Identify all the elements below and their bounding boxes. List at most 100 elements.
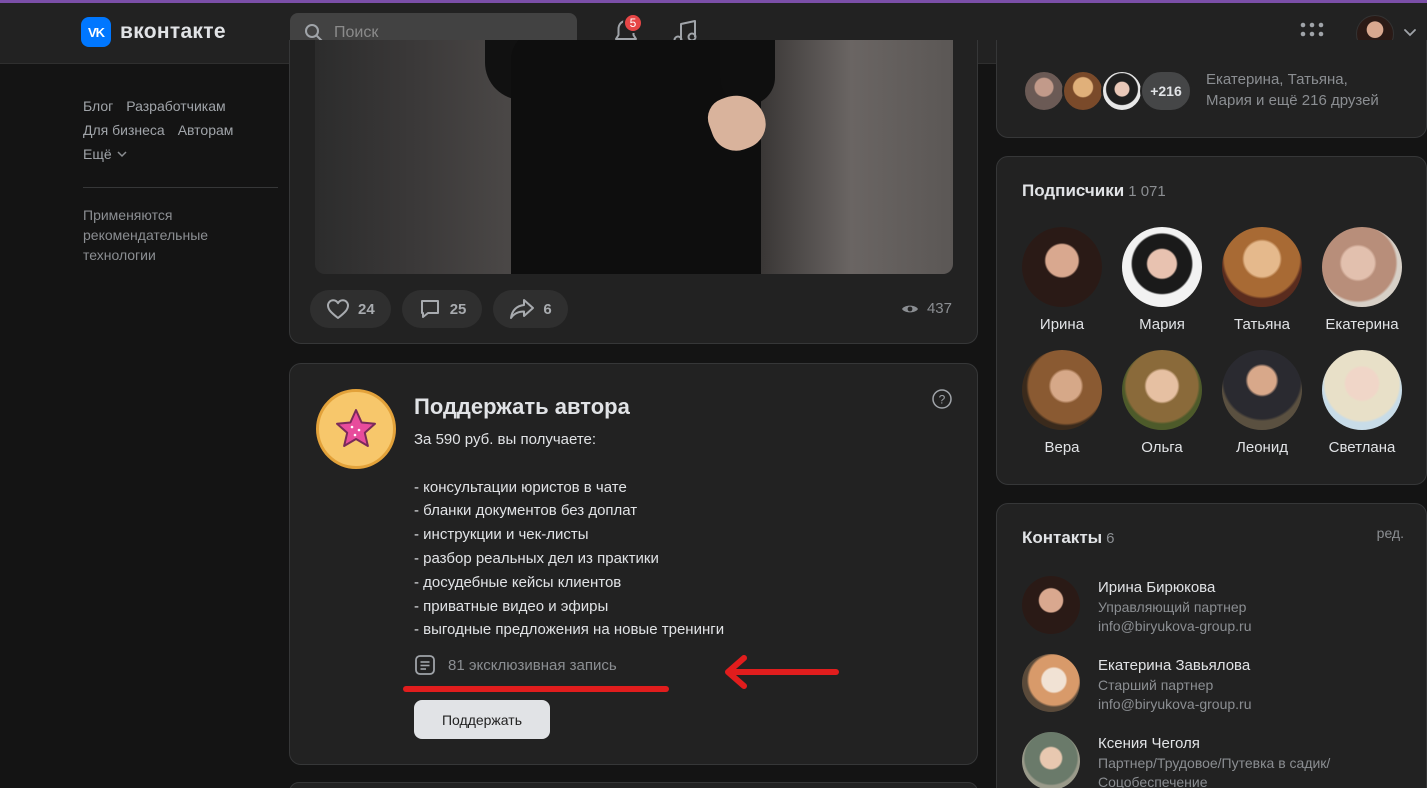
subscriber-item[interactable]: Екатерина (1312, 227, 1412, 333)
subscriber-avatar (1022, 350, 1102, 430)
share-button[interactable]: 6 (493, 290, 568, 328)
subscriber-name: Леонид (1236, 439, 1288, 456)
divider (83, 187, 278, 188)
subscriber-avatar (1322, 227, 1402, 307)
link-business[interactable]: Для бизнеса (83, 118, 165, 142)
chevron-down-icon[interactable] (1404, 29, 1416, 37)
donut-title: Поддержать автора (414, 394, 630, 419)
post-actions: 24 25 6 (310, 290, 568, 328)
subscriber-avatar (1122, 227, 1202, 307)
contact-avatar (1022, 654, 1080, 712)
footer-links: Блог Разработчикам Для бизнеса Авторам Е… (83, 94, 233, 166)
contacts-block: Контакты 6 ред. Ирина Бирюкова Управляющи… (996, 503, 1427, 788)
comment-count: 25 (449, 300, 467, 318)
subscriber-item[interactable]: Татьяна (1212, 227, 1312, 333)
share-count: 6 (543, 300, 552, 318)
exclusive-count: 81 эксклюзивная запись (448, 656, 617, 674)
share-icon (510, 299, 535, 319)
contacts-title[interactable]: Контакты 6 (1022, 528, 1115, 548)
like-count: 24 (358, 300, 375, 318)
friend-avatar[interactable] (1062, 70, 1104, 112)
subscriber-name: Ольга (1141, 439, 1183, 456)
contacts-count: 6 (1106, 530, 1115, 547)
contact-name: Ирина Бирюкова (1098, 579, 1216, 596)
subscribers-count: 1 071 (1128, 183, 1166, 200)
subscriber-item[interactable]: Вера (1012, 350, 1112, 456)
comment-icon (420, 300, 439, 318)
subscriber-item[interactable]: Ирина (1012, 227, 1112, 333)
exclusive-posts[interactable]: 81 эксклюзивная запись (414, 654, 617, 676)
subscriber-name: Екатерина (1325, 316, 1399, 333)
contact-name: Екатерина Завьялова (1098, 657, 1251, 674)
friend-avatar[interactable] (1023, 70, 1065, 112)
friends-more-badge[interactable]: +216 (1140, 70, 1192, 112)
subscriber-item[interactable]: Ольга (1112, 350, 1212, 456)
svg-text:?: ? (939, 393, 946, 407)
next-post-card (289, 782, 978, 788)
contact-item[interactable]: Екатерина Завьялова Старший партнер info… (1022, 654, 1252, 714)
support-button[interactable]: Поддержать (414, 700, 550, 739)
contact-email: info@biryukova-group.ru (1098, 696, 1252, 712)
recommendation-note: Применяются рекомендательные технологии (83, 207, 209, 263)
subscriber-name: Мария (1139, 316, 1185, 333)
contact-name: Ксения Чеголя (1098, 735, 1200, 752)
subscriber-avatar (1022, 227, 1102, 307)
heart-icon (327, 299, 349, 319)
subscriber-avatar (1122, 350, 1202, 430)
contacts-label: Контакты (1022, 528, 1103, 547)
eye-icon (901, 305, 918, 312)
edit-contacts-link[interactable]: ред. (1377, 525, 1404, 541)
post-card: 24 25 6 437 (289, 40, 978, 344)
annotation-underline (403, 686, 669, 692)
support-author-card: Поддержать автора ? За 590 руб. вы получ… (289, 363, 978, 765)
subscriber-name: Татьяна (1234, 316, 1290, 333)
like-button[interactable]: 24 (310, 290, 391, 328)
subscriber-item[interactable]: Мария (1112, 227, 1212, 333)
link-authors[interactable]: Авторам (178, 118, 234, 142)
help-icon[interactable]: ? (932, 389, 952, 409)
more-link[interactable]: Ещё (83, 142, 233, 166)
search-input[interactable] (334, 23, 554, 42)
friends-block[interactable]: +216 Екатерина, Татьяна, Мария и ещё 216… (996, 40, 1427, 138)
comment-button[interactable]: 25 (401, 290, 483, 328)
subscriber-name: Ирина (1039, 316, 1085, 333)
subscriber-avatar (1222, 350, 1302, 430)
contact-item[interactable]: Ксения Чеголя Партнер/Трудовое/Путевка в… (1022, 732, 1330, 788)
subscriber-avatar (1222, 227, 1302, 307)
contact-avatar (1022, 732, 1080, 788)
views-count: 437 (926, 300, 952, 317)
article-icon (415, 655, 435, 675)
friends-summary: Екатерина, Татьяна, Мария и ещё 216 друз… (1206, 69, 1379, 111)
subscriber-item[interactable]: Леонид (1212, 350, 1312, 456)
contact-role: Старший партнер (1098, 677, 1214, 693)
subscriber-avatar (1322, 350, 1402, 430)
friends-summary-line: Мария и ещё 216 друзей (1206, 92, 1379, 109)
link-blog[interactable]: Блог (83, 94, 113, 118)
contact-email: info@biryukova-group.ru (1098, 618, 1252, 634)
chevron-down-icon (117, 151, 127, 158)
annotation-arrow-icon (725, 655, 839, 689)
contact-avatar (1022, 576, 1080, 634)
views-counter: 437 (901, 300, 952, 317)
donut-description: За 590 руб. вы получаете: - консультации… (414, 431, 725, 639)
photo-shape (720, 40, 775, 105)
subscriber-name: Светлана (1328, 439, 1396, 456)
vk-logo-text: вконтакте (120, 20, 226, 43)
subscribers-title[interactable]: Подписчики 1 071 (1022, 181, 1166, 201)
notifications-badge: 5 (623, 13, 643, 33)
subscriber-item[interactable]: Светлана (1312, 350, 1412, 456)
subscribers-block: Подписчики 1 071 Ирина Мария Татьяна Екат… (996, 156, 1427, 485)
contact-email: Соцобеспечение (1098, 774, 1208, 788)
more-label: Ещё (83, 146, 112, 162)
vk-logo[interactable]: VK вконтакте (81, 17, 226, 47)
contact-role: Партнер/Трудовое/Путевка в садик/ (1098, 755, 1331, 771)
post-photo[interactable] (315, 40, 953, 274)
link-developers[interactable]: Разработчикам (126, 94, 225, 118)
subscriber-name: Вера (1044, 439, 1080, 456)
contact-role: Управляющий партнер (1098, 599, 1247, 615)
star-icon (336, 409, 376, 447)
friends-summary-line: Екатерина, Татьяна, (1206, 71, 1348, 88)
friend-avatar[interactable] (1101, 70, 1143, 112)
contact-item[interactable]: Ирина Бирюкова Управляющий партнер info@… (1022, 576, 1252, 636)
vk-logo-icon: VK (81, 17, 111, 47)
